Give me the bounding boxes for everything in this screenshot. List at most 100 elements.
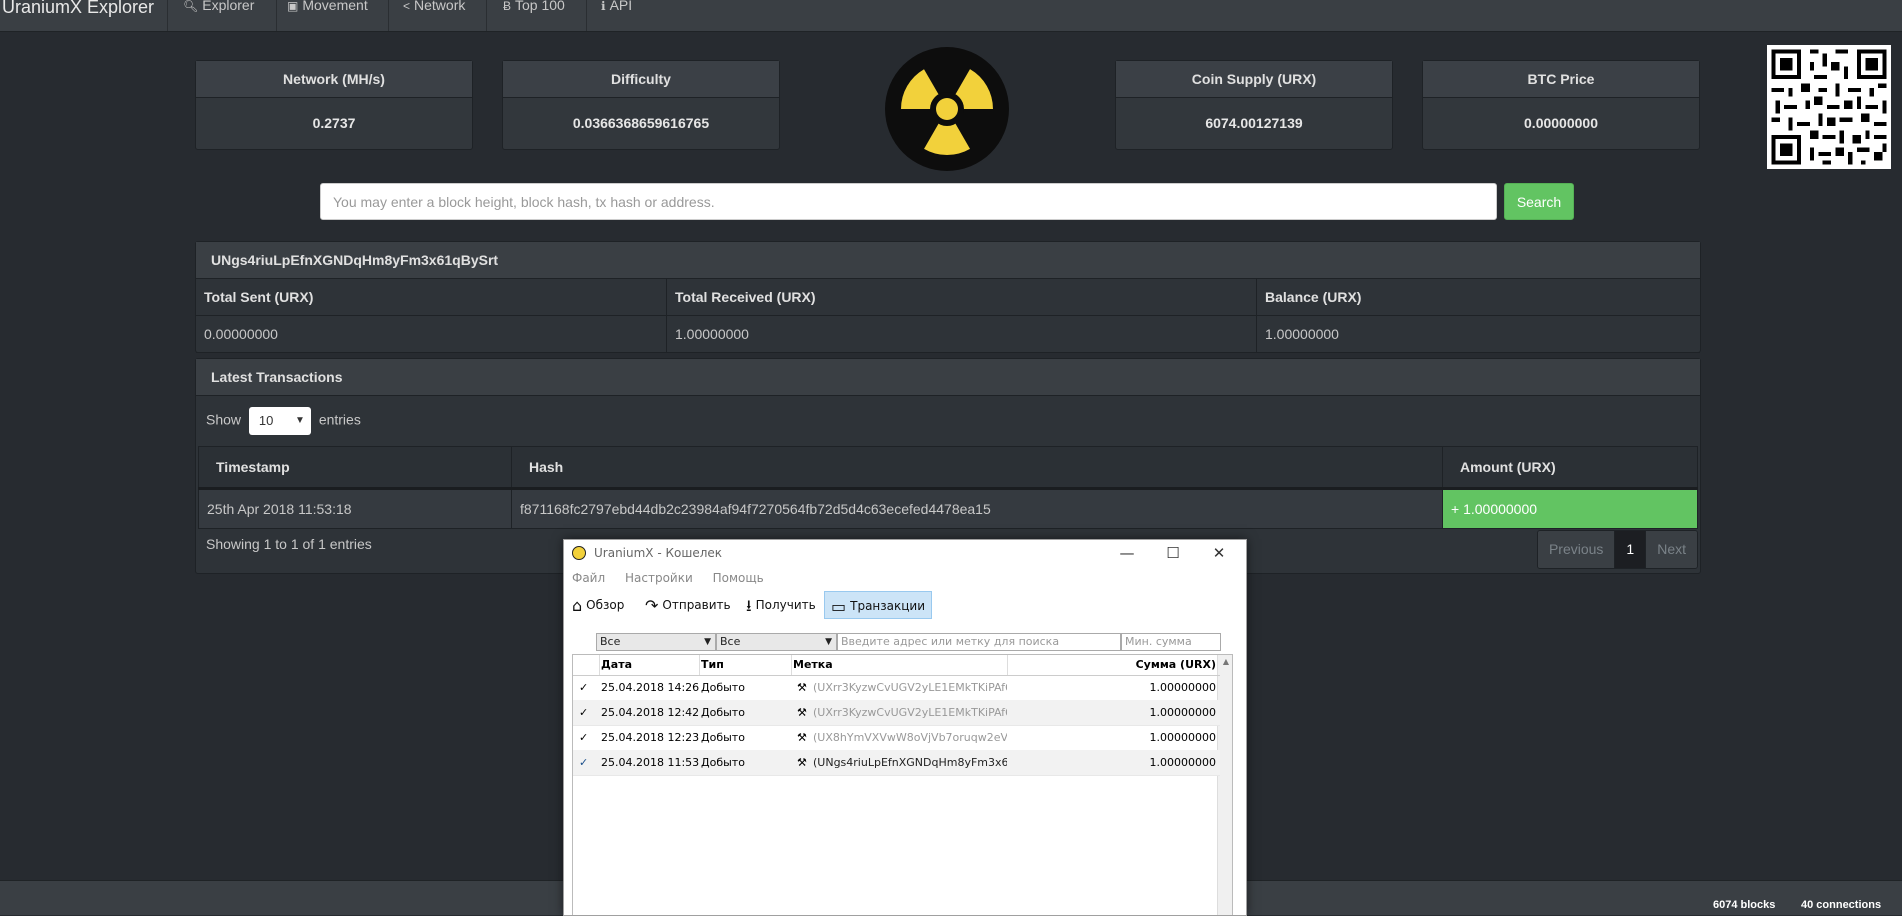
tx-label: (UNgs4riuLpEfnXGNDqHm8yFm3x61qBySr...: [813, 756, 1007, 769]
column-label[interactable]: Метка: [791, 655, 1008, 675]
show-label: Show: [206, 411, 242, 428]
mined-icon: ⚒: [797, 756, 807, 769]
column-amount[interactable]: Amount (URX): [1442, 446, 1698, 490]
pagination: Previous 1 Next: [1536, 530, 1698, 569]
stat-title: Network (MH/s): [196, 61, 472, 98]
chevron-down-icon: ▼: [825, 637, 832, 647]
status-column[interactable]: [573, 655, 600, 675]
entries-select[interactable]: 10 ▼: [248, 407, 311, 435]
radiation-icon: [572, 546, 586, 560]
entries-select-value: 10: [258, 413, 274, 428]
tx-amount: 1.00000000: [1149, 681, 1216, 694]
wallet-titlebar[interactable]: UraniumX - Кошелек — ☐ ✕: [564, 540, 1246, 567]
type-filter-value: Все: [720, 635, 741, 648]
table-row[interactable]: ✓ 25.04.2018 11:53 Добыто ⚒ (UNgs4riuLpE…: [573, 750, 1220, 776]
qr-code: [1767, 45, 1891, 169]
tx-amount: + 1.00000000: [1442, 488, 1698, 529]
menu-help[interactable]: Помощь: [713, 571, 764, 585]
search-button[interactable]: Search: [1504, 183, 1574, 220]
tx-date: 25.04.2018 12:23: [601, 731, 700, 744]
tab-receive-label: Получить: [755, 598, 816, 612]
receive-icon: ⭳: [746, 595, 752, 615]
balance-header: Balance (URX): [1256, 279, 1700, 316]
money-icon: ▣: [287, 0, 299, 13]
stat-value: 0.00000000: [1524, 115, 1598, 131]
wallet-title: UraniumX - Кошелек: [594, 546, 723, 560]
home-icon: ⌂: [572, 595, 583, 615]
table-row: 25th Apr 2018 11:53:18 f871168fc2797ebd4…: [198, 488, 1698, 529]
tx-hash-link[interactable]: f871168fc2797ebd44db2c23984af94f7270564f…: [511, 488, 1443, 529]
column-timestamp[interactable]: Timestamp: [198, 446, 512, 490]
maximize-icon[interactable]: ☐: [1150, 540, 1196, 567]
nav-item-explorer[interactable]: 🔍︎ Explorer: [167, 0, 277, 31]
tx-type: Добыто: [701, 681, 745, 694]
tab-send[interactable]: ↷ Отправить: [639, 591, 737, 619]
table-row[interactable]: ✓ 25.04.2018 12:23 Добыто ⚒ (UX8hYmVXVwW…: [573, 725, 1220, 751]
column-amount[interactable]: Сумма (URX): [1007, 655, 1216, 675]
menu-settings[interactable]: Настройки: [625, 571, 693, 585]
table-row[interactable]: ✓ 25.04.2018 12:42 Добыто ⚒ (UXrr3KyzwCv…: [573, 700, 1220, 726]
tx-label: (UX8hYmVXVwW8oVjVb7oruqw2eVBjY5R...: [813, 731, 1007, 744]
tx-amount: 1.00000000: [1149, 731, 1216, 744]
balance-value: 1.00000000: [1256, 315, 1700, 353]
bitcoin-icon: Ƀ: [503, 0, 512, 13]
tx-timestamp: 25th Apr 2018 11:53:18: [198, 488, 512, 529]
address-title: UNgs4riuLpEfnXGNDqHm8yFm3x61qBySrt: [196, 242, 1700, 279]
type-filter-select[interactable]: Все ▼: [716, 633, 837, 651]
close-icon[interactable]: ✕: [1196, 540, 1242, 567]
entries-label: entries: [318, 411, 361, 428]
search-input[interactable]: [320, 183, 1497, 220]
tx-type: Добыто: [701, 706, 745, 719]
min-amount-input[interactable]: Мин. сумма: [1121, 633, 1221, 651]
column-type[interactable]: Тип: [699, 655, 792, 675]
radiation-logo: [885, 47, 1009, 171]
stat-btc-price: BTC Price 0.00000000: [1422, 60, 1700, 150]
nav-item-api[interactable]: ℹ API: [586, 0, 661, 31]
navbar: UraniumX Explorer 🔍︎ Explorer ▣ Movement <…: [0, 0, 1902, 32]
stat-value: 0.2737: [312, 115, 356, 131]
check-icon: ✓: [579, 706, 589, 719]
pager-next[interactable]: Next: [1646, 531, 1697, 568]
latest-transactions-title: Latest Transactions: [196, 359, 1700, 396]
tab-transactions-label: Транзакции: [850, 599, 926, 613]
column-hash[interactable]: Hash: [511, 446, 1443, 490]
stat-value: 6074.00127139: [1205, 115, 1303, 131]
address-summary-table: Total Sent (URX) Total Received (URX) Ba…: [196, 279, 1700, 353]
address-search-input[interactable]: Введите адрес или метку для поиска: [837, 633, 1121, 651]
table-info: Showing 1 to 1 of 1 entries: [206, 536, 372, 552]
tx-date: 25.04.2018 14:26: [601, 681, 700, 694]
transactions-icon: ▭: [831, 596, 847, 616]
date-filter-value: Все: [600, 635, 621, 648]
tab-receive[interactable]: ⭳ Получить: [740, 591, 822, 619]
minimize-icon[interactable]: —: [1104, 540, 1150, 567]
pager-previous[interactable]: Previous: [1537, 531, 1616, 568]
wallet-window: UraniumX - Кошелек — ☐ ✕ Файл Настройки …: [563, 539, 1247, 916]
nav-item-network[interactable]: < Network: [388, 0, 501, 31]
tx-amount: 1.00000000: [1149, 756, 1216, 769]
block-count: 6074 blocks: [1713, 899, 1776, 911]
tx-type: Добыто: [701, 756, 745, 769]
tab-transactions[interactable]: ▭ Транзакции: [824, 591, 933, 619]
tab-overview[interactable]: ⌂ Обзор: [566, 591, 630, 619]
pager-page-1[interactable]: 1: [1615, 531, 1647, 568]
tx-date: 25.04.2018 11:53: [601, 756, 700, 769]
info-icon: ℹ: [601, 0, 606, 13]
column-date[interactable]: Дата: [599, 655, 700, 675]
check-icon: ✓: [579, 731, 589, 744]
nav-item-top100[interactable]: Ƀ Top 100: [486, 0, 599, 31]
tx-label: (UXrr3KyzwCvUGV2yLE1EMkTKiPAf6xDsRs): [813, 681, 1007, 694]
nav-item-movement[interactable]: ▣ Movement: [276, 0, 392, 31]
stat-network-hashrate: Network (MH/s) 0.2737: [195, 60, 473, 150]
brand-title[interactable]: UraniumX Explorer: [2, 0, 154, 18]
check-icon: ✓: [579, 756, 589, 769]
tx-label: (UXrr3KyzwCvUGV2yLE1EMkTKiPAf6xDsRs): [813, 706, 1007, 719]
date-filter-select[interactable]: Все ▼: [596, 633, 716, 651]
stat-coin-supply: Coin Supply (URX) 6074.00127139: [1115, 60, 1393, 150]
menu-file[interactable]: Файл: [572, 571, 605, 585]
table-row[interactable]: ✓ 25.04.2018 14:26 Добыто ⚒ (UXrr3KyzwCv…: [573, 675, 1220, 701]
scroll-up-icon[interactable]: ▲: [1223, 657, 1229, 666]
mined-icon: ⚒: [797, 681, 807, 694]
stat-value: 0.0366368659616765: [572, 115, 710, 131]
transactions-table: Timestamp Hash Amount (URX) 25th Apr 201…: [198, 446, 1698, 529]
wallet-transactions-grid: ▲ Дата Тип Метка Сумма (URX) ✓ 25.04.201…: [572, 654, 1233, 915]
